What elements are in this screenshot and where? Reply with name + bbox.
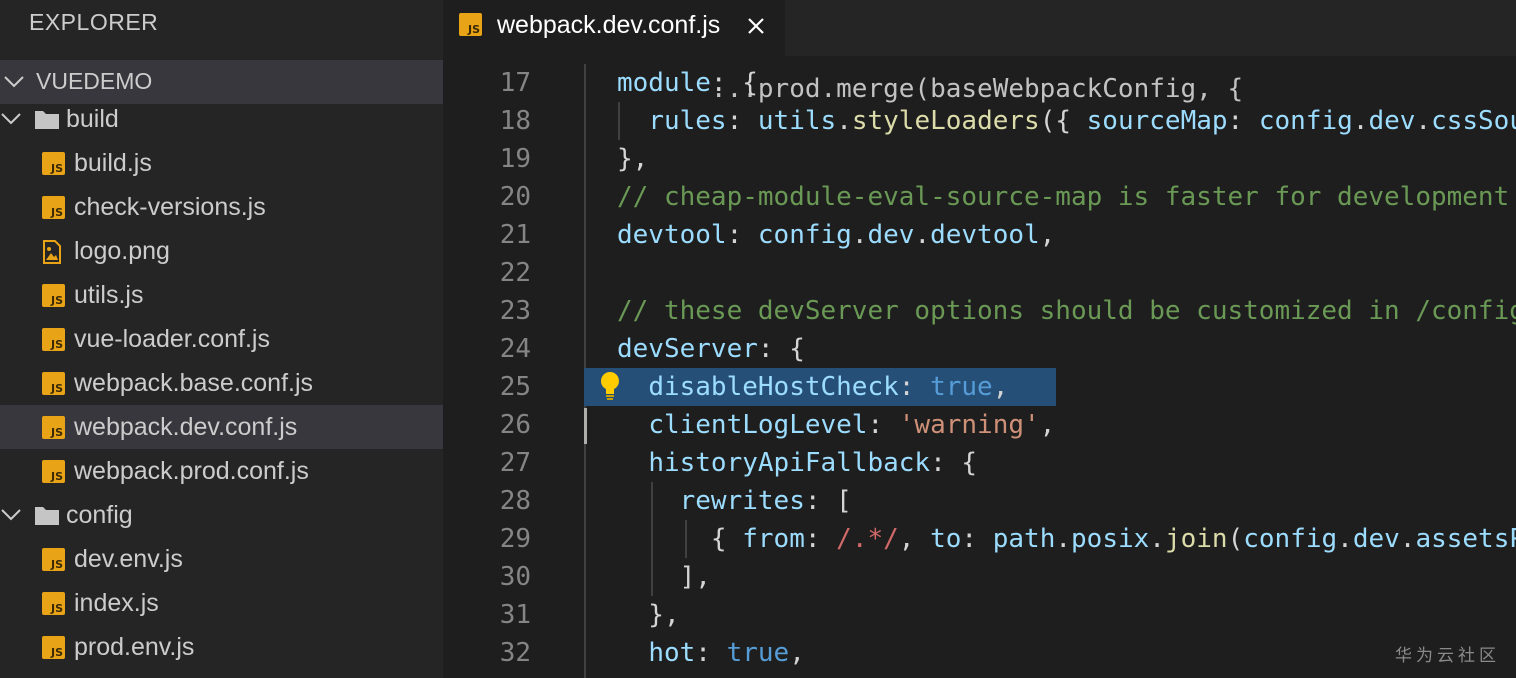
tree-file-build-js[interactable]: JS build.js xyxy=(0,141,443,185)
tree-file-webpack-base-conf-js[interactable]: JS webpack.base.conf.js xyxy=(0,361,443,405)
code-line: historyApiFallback: { xyxy=(648,448,978,478)
code-line: }, xyxy=(617,144,649,174)
code-line: devtool: config.dev.devtool, xyxy=(617,220,1056,250)
tree-folder-build[interactable]: build xyxy=(0,97,443,141)
code-line: module: { xyxy=(617,68,758,98)
folder-icon xyxy=(35,111,59,129)
tree-file-webpack-dev-conf-js[interactable]: JS webpack.dev.conf.js xyxy=(0,405,443,449)
editor-tab-bar: JS webpack.dev.conf.js xyxy=(443,0,1516,56)
tree-item-label: prod.env.js xyxy=(74,633,195,661)
tree-item-label: logo.png xyxy=(74,237,170,265)
chevron-down-icon xyxy=(4,76,24,88)
line-number: 32 xyxy=(499,638,531,668)
tree-file-check-versions-js[interactable]: JS check-versions.js xyxy=(0,185,443,229)
explorer-title: EXPLORER xyxy=(29,9,159,35)
modified-line-marker xyxy=(584,408,587,444)
tab-label: webpack.dev.conf.js xyxy=(497,11,721,39)
js-file-icon: JS xyxy=(459,13,482,36)
line-number: 20 xyxy=(499,182,531,212)
tree-item-label: build xyxy=(66,105,119,133)
line-number: 17 xyxy=(499,68,531,98)
tree-item-label: config xyxy=(66,501,133,529)
code-line: ], xyxy=(617,562,711,592)
line-number: 18 xyxy=(499,106,531,136)
tree-item-label: build.js xyxy=(74,149,152,177)
line-number: 26 xyxy=(499,410,531,440)
line-number: 29 xyxy=(499,524,531,554)
js-file-icon: JS xyxy=(42,328,65,351)
watermark: 华为云社区 xyxy=(1395,646,1500,666)
tree-folder-config[interactable]: config xyxy=(0,493,443,537)
code-line: }, xyxy=(617,600,680,630)
line-number: 28 xyxy=(499,486,531,516)
chevron-down-icon xyxy=(1,113,21,125)
tree-item-label: dev.env.js xyxy=(74,545,183,573)
tree-file-index-js[interactable]: JS index.js xyxy=(0,581,443,625)
line-number: 27 xyxy=(499,448,531,478)
image-file-icon xyxy=(43,240,61,264)
tree-item-label: webpack.base.conf.js xyxy=(74,369,314,397)
code-line: devServer: { xyxy=(617,334,805,364)
js-file-icon: JS xyxy=(42,592,65,615)
line-number: 21 xyxy=(499,220,531,250)
js-file-icon: JS xyxy=(42,460,65,483)
js-file-icon: JS xyxy=(42,548,65,571)
tree-item-label: vue-loader.conf.js xyxy=(74,325,270,353)
project-name: VUEDEMO xyxy=(36,68,153,94)
folder-icon xyxy=(35,507,59,525)
tree-file-utils-js[interactable]: JS utils.js xyxy=(0,273,443,317)
code-line: hot: true, xyxy=(648,638,805,668)
js-file-icon: JS xyxy=(42,284,65,307)
tree-file-dev-env-js[interactable]: JS dev.env.js xyxy=(0,537,443,581)
code-editor[interactable]: ...prod.merge(baseWebpackConfig, { 17 18… xyxy=(443,56,1516,678)
code-line: rewrites: [ xyxy=(679,486,852,516)
line-number: 24 xyxy=(499,334,531,364)
chevron-down-icon xyxy=(1,509,21,521)
explorer-sidebar: EXPLORER VUEDEMO build JS build.js JS ch… xyxy=(0,0,443,678)
line-number: 19 xyxy=(499,144,531,174)
code-line-selected: disableHostCheck: true, xyxy=(648,372,1009,402)
js-file-icon: JS xyxy=(42,636,65,659)
tree-file-logo-png[interactable]: logo.png xyxy=(0,229,443,273)
tree-item-label: webpack.dev.conf.js xyxy=(74,413,298,441)
line-number: 31 xyxy=(499,600,531,630)
code-line: rules: utils.styleLoaders({ sourceMap: c… xyxy=(648,106,1516,136)
code-line: { from: /.*/, to: path.posix.join(config… xyxy=(617,524,1516,554)
code-comment-line: // these devServer options should be cus… xyxy=(617,296,1516,326)
js-file-icon: JS xyxy=(42,196,65,219)
tab-webpack-dev-conf-js[interactable]: JS webpack.dev.conf.js xyxy=(443,0,785,56)
line-number: 22 xyxy=(499,258,531,288)
code-comment-line: // cheap-module-eval-source-map is faste… xyxy=(617,182,1510,212)
code-line: clientLogLevel: 'warning', xyxy=(648,410,1056,440)
tree-file-vue-loader-conf-js[interactable]: JS vue-loader.conf.js xyxy=(0,317,443,361)
line-number: 30 xyxy=(499,562,531,592)
tree-item-label: index.js xyxy=(74,589,159,617)
js-file-icon: JS xyxy=(42,416,65,439)
close-icon[interactable] xyxy=(743,13,769,39)
tree-item-label: utils.js xyxy=(74,281,144,309)
js-file-icon: JS xyxy=(42,152,65,175)
lightbulb-icon[interactable] xyxy=(597,370,623,402)
tree-file-prod-env-js[interactable]: JS prod.env.js xyxy=(0,625,443,669)
tree-item-label: check-versions.js xyxy=(74,193,266,221)
tree-item-label: webpack.prod.conf.js xyxy=(74,457,309,485)
line-number: 25 xyxy=(499,372,531,402)
js-file-icon: JS xyxy=(42,372,65,395)
line-number: 23 xyxy=(499,296,531,326)
tree-file-webpack-prod-conf-js[interactable]: JS webpack.prod.conf.js xyxy=(0,449,443,493)
